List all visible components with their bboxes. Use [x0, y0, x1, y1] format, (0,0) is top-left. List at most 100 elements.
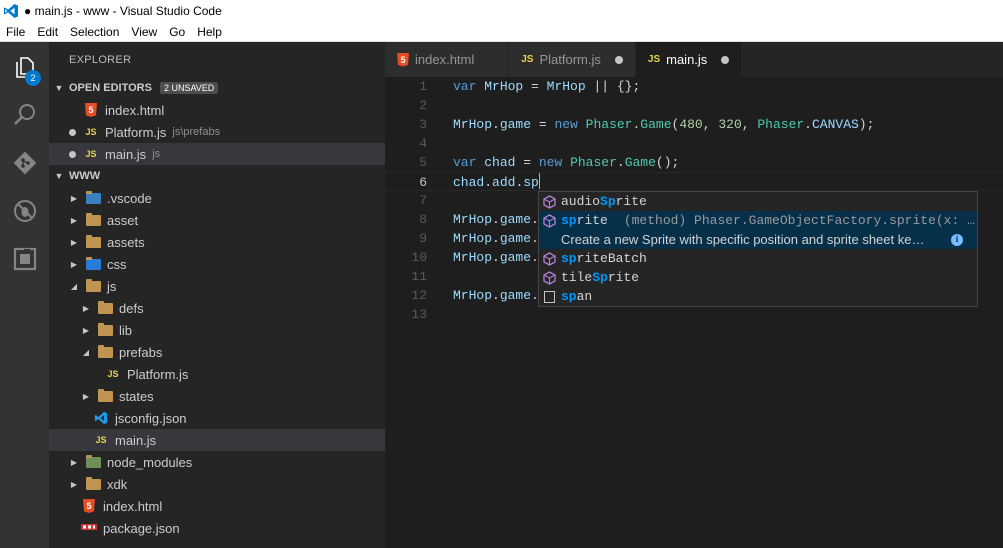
line-number: 11 — [411, 269, 427, 284]
code-editor[interactable]: 1 var MrHop = MrHop || {}; 2 3 MrHop.game = … — [385, 77, 1003, 548]
code-line: 4 — [385, 134, 1003, 153]
activity-search-button[interactable] — [0, 92, 49, 140]
tree-item[interactable]: ▶ xdk — [49, 473, 385, 495]
tree-item[interactable]: ▶ css — [49, 253, 385, 275]
tree-item-label: Platform.js — [127, 366, 189, 382]
open-editor-item[interactable]: JS main.js js — [49, 143, 385, 165]
tree-item[interactable]: ▶ defs — [49, 297, 385, 319]
unsaved-dot-icon[interactable] — [721, 55, 730, 64]
tree-item[interactable]: jsconfig.json — [49, 407, 385, 429]
suggestion-detail: (method) Phaser.GameObjectFactory.sprite… — [623, 213, 975, 228]
suggestion-text: riteBatch — [576, 251, 647, 266]
suggestion-item[interactable]: audio Sp rite — [539, 192, 977, 211]
open-editors-label: OPEN EDITORS — [69, 82, 152, 94]
editor-tabs: 5 index.html JS Platform.js JS main.js — [385, 42, 1003, 77]
open-editor-label: index.html — [105, 102, 165, 118]
file-tree: ▶ .vscode ▶ asset ▶ assets ▶ css ◢ js ▶ defs ▶ lib ◢ pr… — [49, 187, 385, 539]
tree-item[interactable]: ▶ assets — [49, 231, 385, 253]
code-line: 2 — [385, 96, 1003, 115]
tree-item-label: css — [107, 256, 127, 272]
menu-go[interactable]: Go — [163, 22, 191, 42]
tree-item[interactable]: ▶ states — [49, 385, 385, 407]
folder-icon — [85, 234, 101, 250]
code-line: 6 chad.add.sp — [385, 172, 1003, 191]
open-editor-path: js\prefabs — [172, 126, 221, 138]
chevron-right-icon: ▶ — [82, 391, 90, 401]
activity-debug-button[interactable] — [0, 188, 49, 236]
activity-bar: 2 — [0, 42, 49, 548]
tree-item-label: main.js — [115, 432, 157, 448]
open-editors-header[interactable]: ▼ OPEN EDITORS 2 UNSAVED — [49, 77, 385, 99]
tree-item-label: states — [119, 388, 154, 404]
tab-label: main.js — [666, 52, 708, 67]
chevron-down-icon: ▼ — [54, 83, 64, 93]
tree-item[interactable]: ▶ .vscode — [49, 187, 385, 209]
unsaved-dot-icon[interactable] — [614, 55, 623, 64]
line-number: 6 — [419, 175, 427, 190]
title-bar: ● main.js - www - Visual Studio Code — [0, 0, 1003, 22]
menu-edit[interactable]: Edit — [31, 22, 64, 42]
code-line: 1 var MrHop = MrHop || {}; — [385, 77, 1003, 96]
code-text: MrHop.game. — [453, 250, 539, 265]
suggestion-item[interactable]: sp riteBatch — [539, 249, 977, 268]
menu-view[interactable]: View — [125, 22, 163, 42]
suggestion-text: rite — [576, 213, 608, 228]
debug-icon — [12, 198, 38, 227]
code-text: MrHop.game. — [453, 288, 539, 303]
tree-item[interactable]: ◢ js — [49, 275, 385, 297]
suggestion-match: sp — [561, 289, 577, 304]
menu-bar: File Edit Selection View Go Help — [0, 22, 1003, 42]
tree-item-label: index.html — [103, 498, 163, 514]
suggestion-text: an — [576, 289, 593, 304]
snippet-icon — [541, 289, 557, 305]
tree-item-label: js — [107, 278, 117, 294]
line-number: 4 — [419, 136, 427, 151]
tab-main-js[interactable]: JS main.js — [635, 42, 743, 77]
js-icon: JS — [85, 127, 97, 137]
js-icon: JS — [647, 54, 661, 65]
js-icon: JS — [85, 149, 97, 159]
suggestion-item[interactable]: sp an — [539, 287, 977, 306]
tree-item-label: lib — [119, 322, 133, 338]
tree-item[interactable]: ◢ prefabs — [49, 341, 385, 363]
activity-extensions-button[interactable] — [0, 236, 49, 284]
tab-platform-js[interactable]: JS Platform.js — [509, 42, 636, 77]
menu-help[interactable]: Help — [191, 22, 228, 42]
explorer-badge: 2 — [25, 70, 41, 86]
tab-label: index.html — [415, 52, 475, 67]
suggestion-match: sp — [561, 213, 577, 228]
open-editor-item[interactable]: JS Platform.js js\prefabs — [49, 121, 385, 143]
code-text: MrHop.game = new Phaser.Game(480, 320, P… — [453, 117, 875, 132]
workspace-header[interactable]: ▼ WWW — [49, 165, 385, 187]
folder-icon — [85, 476, 101, 492]
suggestion-text: rite — [607, 270, 640, 285]
menu-selection[interactable]: Selection — [64, 22, 125, 42]
menu-file[interactable]: File — [0, 22, 31, 42]
tree-item[interactable]: ▶ lib — [49, 319, 385, 341]
code-text: MrHop.game. — [453, 231, 539, 246]
tree-item[interactable]: JS main.js — [49, 429, 385, 451]
tree-item[interactable]: 5 index.html — [49, 495, 385, 517]
folder-icon — [97, 300, 113, 316]
tree-item[interactable]: ▶ asset — [49, 209, 385, 231]
folder-open-icon — [97, 344, 113, 360]
unsaved-dot-icon — [69, 151, 76, 158]
activity-git-button[interactable] — [0, 140, 49, 188]
folder-open-icon — [85, 278, 101, 294]
line-number: 12 — [411, 288, 427, 303]
info-icon[interactable]: i — [951, 233, 963, 246]
tree-item[interactable]: JS Platform.js — [49, 363, 385, 385]
tree-item[interactable]: ▶ node_modules — [49, 451, 385, 473]
code-text: var chad = new Phaser.Game(); — [453, 155, 680, 170]
line-number: 13 — [411, 307, 427, 322]
folder-icon — [97, 388, 113, 404]
tab-index-html[interactable]: 5 index.html — [385, 42, 510, 77]
suggestion-item[interactable]: sp rite (method) Phaser.GameObjectFactory.… — [539, 211, 977, 230]
code-line: 5 var chad = new Phaser.Game(); — [385, 153, 1003, 172]
suggestion-item[interactable]: tile Sp rite — [539, 268, 977, 287]
activity-explorer-button[interactable]: 2 — [0, 44, 49, 92]
folder-icon — [97, 322, 113, 338]
vscode-folder-icon — [85, 190, 101, 206]
tree-item[interactable]: package.json — [49, 517, 385, 539]
open-editor-item[interactable]: 5 index.html — [49, 99, 385, 121]
